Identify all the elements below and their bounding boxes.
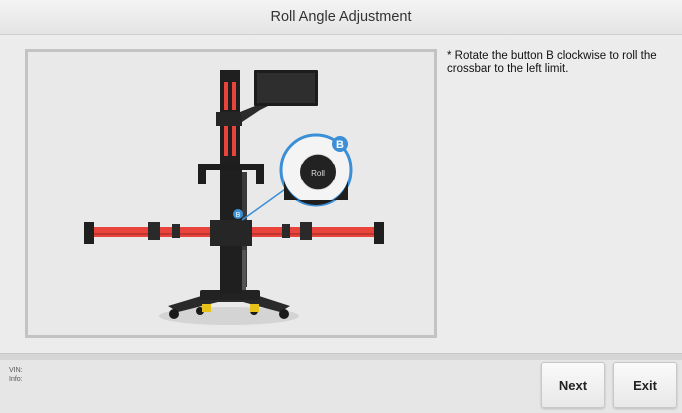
footer-bar: VIN: Info: Next Exit <box>0 360 682 413</box>
calibration-frame-illustration: B Roll B <box>25 49 437 338</box>
vin-label: VIN: <box>9 367 23 374</box>
vehicle-meta: VIN: Info: <box>9 366 23 384</box>
calibration-frame-drawing: B Roll B <box>84 70 384 325</box>
instruction-text: * Rotate the button B clockwise to roll … <box>447 50 657 75</box>
exit-button[interactable]: Exit <box>613 362 677 408</box>
title-bar: Roll Angle Adjustment <box>0 0 682 35</box>
callout-badge-letter: B <box>336 139 344 151</box>
footer-divider <box>0 353 682 360</box>
roll-label: Roll <box>311 169 325 178</box>
page-title: Roll Angle Adjustment <box>270 9 412 25</box>
next-button[interactable]: Next <box>541 362 605 408</box>
info-label: Info: <box>9 376 23 383</box>
content-area: B Roll B * Rotate the button B clockwise… <box>0 36 682 353</box>
small-marker-label: B <box>236 212 241 219</box>
mast-red-band <box>224 82 228 110</box>
